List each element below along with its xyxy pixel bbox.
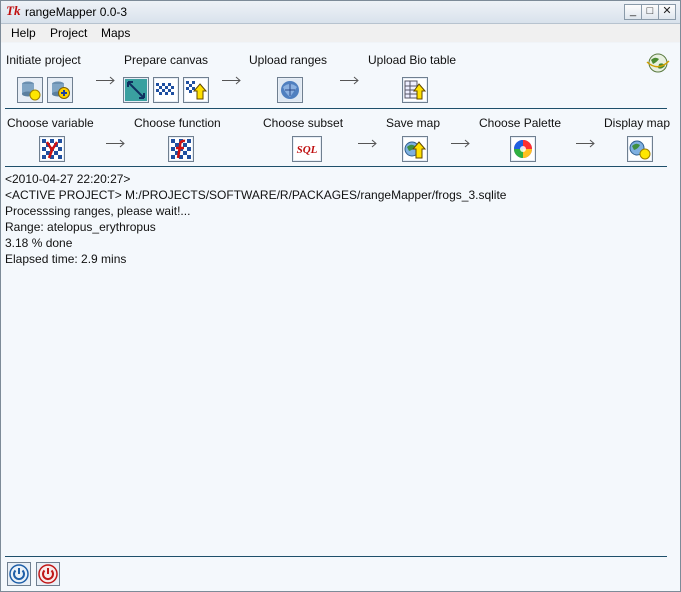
grid-upload-icon (185, 79, 207, 101)
label-choose-palette: Choose Palette (479, 116, 562, 130)
color-wheel-icon (512, 138, 534, 160)
log-line: Range: atelopus_erythropus (5, 220, 156, 234)
menu-project[interactable]: Project (50, 26, 87, 40)
tk-logo-icon: Tk (6, 3, 21, 18)
label-choose-function: Choose function (134, 116, 221, 130)
upload-ranges-button[interactable] (277, 77, 303, 103)
map-save-icon (404, 138, 426, 160)
power-red-icon (38, 564, 58, 584)
variable-y-icon (41, 138, 63, 160)
choose-function-button[interactable] (168, 136, 194, 162)
label-choose-subset: Choose subset (263, 116, 344, 130)
bounding-box-button[interactable] (123, 77, 149, 103)
restart-button[interactable] (7, 562, 31, 586)
choose-variable-button[interactable] (39, 136, 65, 162)
new-project-button[interactable] (17, 77, 43, 103)
window-title: rangeMapper 0.0-3 (25, 5, 128, 19)
choose-subset-button[interactable]: SQL (292, 136, 322, 162)
label-display-map: Display map (604, 116, 671, 130)
grid-size-button[interactable] (153, 77, 179, 103)
globe-icon (645, 52, 671, 74)
main-content: Initiate project Prepare canvas Upload r… (1, 43, 680, 591)
choose-palette-button[interactable] (510, 136, 536, 162)
log-output: <2010-04-27 22:20:27> <ACTIVE PROJECT> M… (5, 171, 506, 267)
menu-maps[interactable]: Maps (101, 26, 130, 40)
checkerboard-icon (155, 79, 177, 101)
app-window: Tk rangeMapper 0.0-3 _ □ ✕ Help Project … (0, 0, 681, 592)
arrow-icon (340, 76, 360, 85)
close-button[interactable]: ✕ (658, 4, 676, 20)
display-map-button[interactable] (627, 136, 653, 162)
log-line: Processsing ranges, please wait!... (5, 204, 191, 218)
arrow-icon (106, 139, 126, 148)
function-f-icon (170, 138, 192, 160)
open-project-button[interactable] (47, 77, 73, 103)
database-connect-icon (52, 81, 70, 99)
separator (5, 556, 667, 557)
label-upload-bio-table: Upload Bio table (368, 53, 457, 67)
log-line: <2010-04-27 22:20:27> (5, 172, 131, 186)
sql-icon: SQL (294, 138, 320, 160)
database-new-icon (22, 81, 41, 101)
canvas-extent-icon (125, 79, 147, 101)
save-map-button[interactable] (402, 136, 428, 162)
label-upload-ranges: Upload ranges (249, 53, 328, 67)
menu-bar: Help Project Maps (1, 24, 680, 42)
arrow-icon (222, 76, 242, 85)
arrow-icon (576, 139, 596, 148)
map-display-icon (629, 138, 651, 160)
log-line: Elapsed time: 2.9 mins (5, 252, 127, 266)
menu-help[interactable]: Help (11, 26, 36, 40)
table-upload-icon (404, 79, 426, 101)
range-polygon-icon (279, 79, 301, 101)
label-choose-variable: Choose variable (7, 116, 94, 130)
label-save-map: Save map (386, 116, 441, 130)
upload-canvas-button[interactable] (183, 77, 209, 103)
label-initiate-project: Initiate project (6, 53, 81, 67)
svg-text:SQL: SQL (297, 144, 318, 156)
title-bar[interactable]: Tk rangeMapper 0.0-3 _ □ ✕ (1, 1, 680, 24)
label-prepare-canvas: Prepare canvas (124, 53, 209, 67)
arrow-icon (451, 139, 471, 148)
maximize-button[interactable]: □ (641, 4, 659, 20)
upload-bio-table-button[interactable] (402, 77, 428, 103)
log-line: 3.18 % done (5, 236, 73, 250)
minimize-button[interactable]: _ (624, 4, 642, 20)
separator (5, 108, 667, 109)
separator (5, 166, 667, 167)
arrow-icon (358, 139, 378, 148)
arrow-icon (96, 76, 116, 85)
log-line: <ACTIVE PROJECT> M:/PROJECTS/SOFTWARE/R/… (5, 188, 507, 202)
quit-button[interactable] (36, 562, 60, 586)
power-blue-icon (9, 564, 29, 584)
